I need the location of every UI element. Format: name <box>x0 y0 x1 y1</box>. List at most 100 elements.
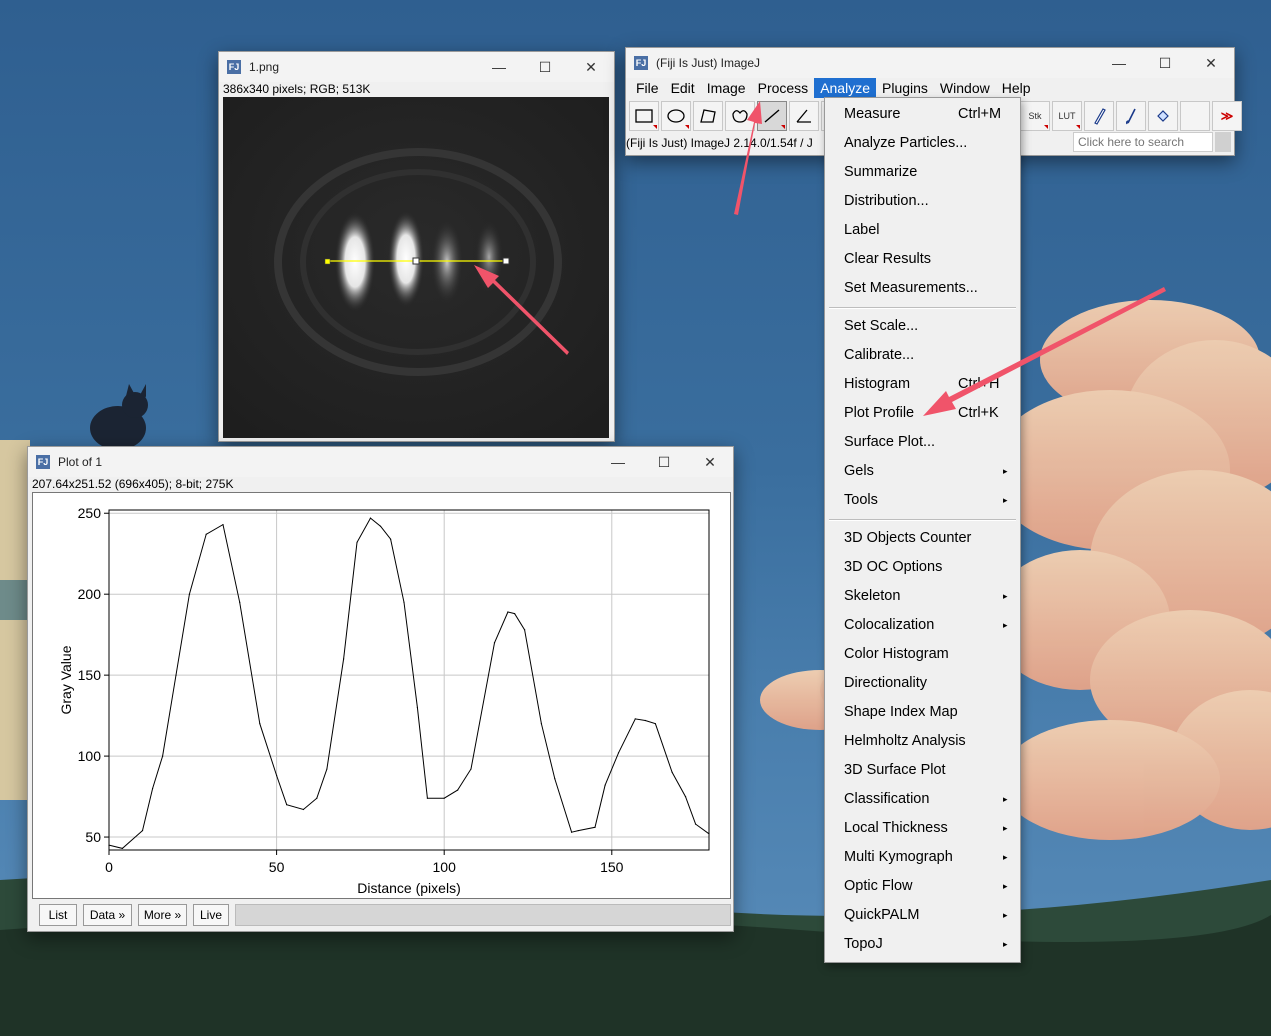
menu-item-3d-oc-options[interactable]: 3D OC Options <box>825 553 1020 582</box>
menu-item-surface-plot[interactable]: Surface Plot... <box>825 428 1020 457</box>
menu-edit[interactable]: Edit <box>665 78 701 98</box>
menu-window[interactable]: Window <box>934 78 996 98</box>
menu-analyze[interactable]: Analyze <box>814 78 876 98</box>
selection-handle-end[interactable] <box>502 257 510 265</box>
menu-item-label: Multi Kymograph <box>844 849 953 865</box>
menu-item-classification[interactable]: Classification ▸ <box>825 785 1020 814</box>
menu-item-3d-objects-counter[interactable]: 3D Objects Counter <box>825 524 1020 553</box>
pencil-icon[interactable] <box>1084 101 1114 131</box>
menu-item-shortcut: Ctrl+H <box>958 376 1000 392</box>
maximize-button[interactable]: ☐ <box>522 52 568 82</box>
menu-item-calibrate[interactable]: Calibrate... <box>825 341 1020 370</box>
minimize-button[interactable]: — <box>476 52 522 82</box>
data-point <box>188 593 191 595</box>
menu-item-local-thickness[interactable]: Local Thickness ▸ <box>825 814 1020 843</box>
menu-item-clear-results[interactable]: Clear Results <box>825 245 1020 274</box>
menu-item-histogram[interactable]: Histogram Ctrl+H <box>825 370 1020 399</box>
angle-tool[interactable] <box>789 101 819 131</box>
more-button[interactable]: More » <box>138 904 187 926</box>
rectangle-tool[interactable] <box>629 101 659 131</box>
data-point <box>654 723 656 725</box>
maximize-button[interactable]: ☐ <box>641 447 687 477</box>
data-point <box>286 804 288 806</box>
x-tick-label: 50 <box>269 859 285 875</box>
menu-item-tools[interactable]: Tools ▸ <box>825 486 1020 515</box>
menu-item-label[interactable]: Label <box>825 216 1020 245</box>
plot-status-bar <box>235 904 731 926</box>
lut-tool[interactable]: LUT <box>1052 101 1082 131</box>
menu-item-color-histogram[interactable]: Color Histogram <box>825 640 1020 669</box>
menu-item-optic-flow[interactable]: Optic Flow ▸ <box>825 872 1020 901</box>
profile-plot[interactable]: 0 50 100 15050100150200250Distance (pixels)… <box>32 492 731 899</box>
minimize-button[interactable]: — <box>595 447 641 477</box>
y-tick-label: 100 <box>78 748 102 764</box>
data-point <box>151 787 154 790</box>
plot-window-titlebar[interactable]: FJ Plot of 1 — ☐ ✕ <box>28 447 733 477</box>
list-button[interactable]: List <box>39 904 77 926</box>
submenu-arrow-icon: ▸ <box>1003 910 1008 920</box>
close-button[interactable]: ✕ <box>687 447 733 477</box>
menu-item-helmholtz-analysis[interactable]: Helmholtz Analysis <box>825 727 1020 756</box>
menu-item-directionality[interactable]: Directionality <box>825 669 1020 698</box>
menu-item-summarize[interactable]: Summarize <box>825 158 1020 187</box>
imagej-titlebar[interactable]: FJ (Fiji Is Just) ImageJ — ☐ ✕ <box>626 48 1234 78</box>
data-point <box>416 706 418 709</box>
data-button[interactable]: Data » <box>83 904 132 926</box>
submenu-arrow-icon: ▸ <box>1003 495 1008 505</box>
menu-item-plot-profile[interactable]: Plot Profile Ctrl+K <box>825 399 1020 428</box>
menu-item-colocalization[interactable]: Colocalization ▸ <box>825 611 1020 640</box>
data-point <box>343 658 345 660</box>
data-point <box>403 601 405 603</box>
more-tools-glyph: ≫ <box>1220 109 1234 123</box>
image-canvas[interactable] <box>223 97 609 438</box>
menu-item-label: Summarize <box>844 164 918 180</box>
y-tick-label: 150 <box>78 667 102 683</box>
menu-item-quickpalm[interactable]: QuickPALM ▸ <box>825 901 1020 930</box>
menu-process[interactable]: Process <box>752 78 815 98</box>
polygon-tool[interactable] <box>693 101 723 131</box>
menubar: File Edit Image Process Analyze Plugins … <box>626 78 1234 98</box>
data-point <box>443 797 445 799</box>
menu-item-label: Colocalization <box>844 617 935 633</box>
line-tool[interactable] <box>757 101 787 131</box>
maximize-button[interactable]: ☐ <box>1142 48 1188 78</box>
menu-item-set-measurements[interactable]: Set Measurements... <box>825 274 1020 303</box>
image-window-titlebar[interactable]: FJ 1.png — ☐ ✕ <box>219 52 614 82</box>
menu-item-shape-index-map[interactable]: Shape Index Map <box>825 698 1020 727</box>
menu-item-topoj[interactable]: TopoJ ▸ <box>825 930 1020 959</box>
freehand-tool[interactable] <box>725 101 755 131</box>
menu-item-multi-kymograph[interactable]: Multi Kymograph ▸ <box>825 843 1020 872</box>
menu-item-label: Clear Results <box>844 251 932 267</box>
menu-image[interactable]: Image <box>701 78 752 98</box>
close-button[interactable]: ✕ <box>568 52 614 82</box>
menu-file[interactable]: File <box>630 78 665 98</box>
flood-fill-icon[interactable] <box>1148 101 1178 131</box>
menu-item-label: Analyze Particles... <box>844 135 968 151</box>
minimize-button[interactable]: — <box>1096 48 1142 78</box>
selection-handle-mid[interactable] <box>412 257 420 265</box>
menu-plugins[interactable]: Plugins <box>876 78 934 98</box>
more-tools-button[interactable]: ≫ <box>1212 101 1242 131</box>
menu-item-set-scale[interactable]: Set Scale... <box>825 312 1020 341</box>
oval-tool[interactable] <box>661 101 691 131</box>
data-point <box>570 831 573 833</box>
stack-tool[interactable]: Stk <box>1020 101 1050 131</box>
menu-item-distribution[interactable]: Distribution... <box>825 187 1020 216</box>
close-button[interactable]: ✕ <box>1188 48 1234 78</box>
menu-item-gels[interactable]: Gels ▸ <box>825 457 1020 486</box>
live-button[interactable]: Live <box>193 904 229 926</box>
menu-item-label: Local Thickness <box>844 820 948 836</box>
menu-item-analyze-particles[interactable]: Analyze Particles... <box>825 129 1020 158</box>
menu-help[interactable]: Help <box>996 78 1037 98</box>
data-point <box>205 533 207 535</box>
selection-handle-start[interactable] <box>324 258 331 265</box>
menu-item-skeleton[interactable]: Skeleton ▸ <box>825 582 1020 611</box>
menu-item-label: Shape Index Map <box>844 704 958 720</box>
data-point <box>671 771 673 773</box>
menu-item-3d-surface-plot[interactable]: 3D Surface Plot <box>825 756 1020 785</box>
menu-item-measure[interactable]: Measure Ctrl+M <box>825 100 1020 129</box>
brush-icon[interactable] <box>1116 101 1146 131</box>
y-tick-label: 200 <box>78 586 102 602</box>
search-input[interactable] <box>1073 132 1213 152</box>
menu-item-shortcut: Ctrl+K <box>958 405 999 421</box>
